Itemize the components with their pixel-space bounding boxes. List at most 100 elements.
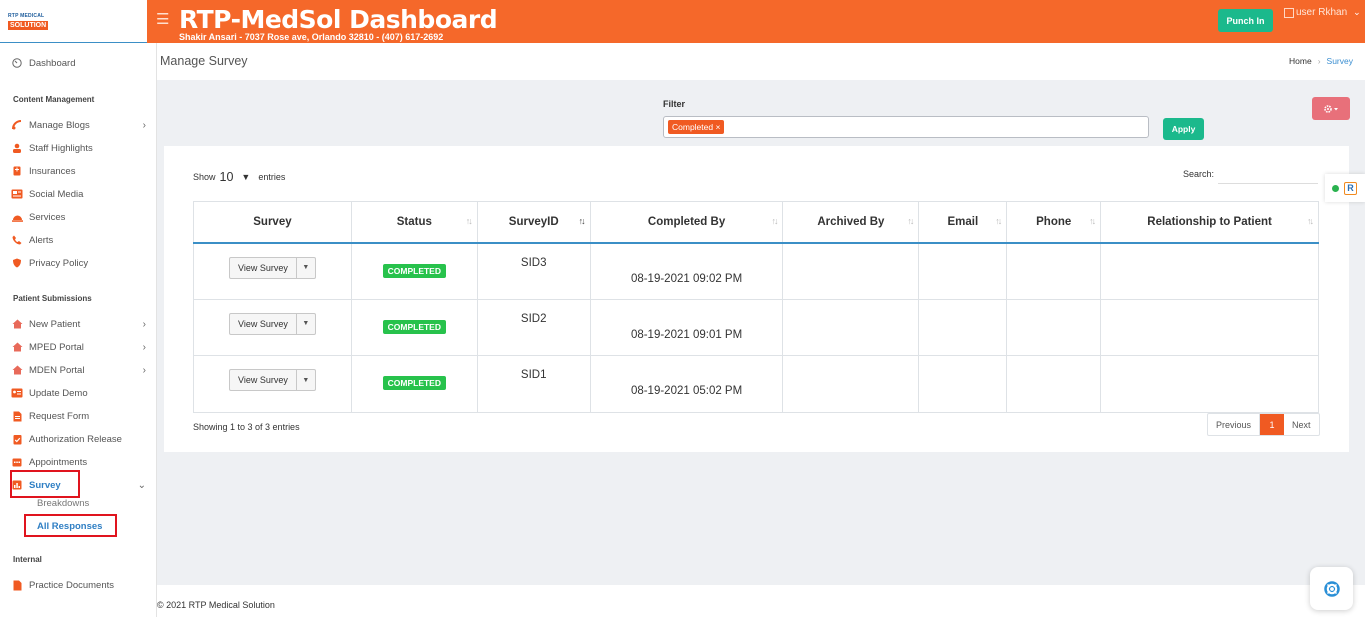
sidebar-item-label: Social Media <box>29 188 84 200</box>
brand-logo[interactable]: RTP MEDICAL SOLUTION <box>8 13 49 30</box>
avatar <box>1284 7 1294 18</box>
column-label: Relationship to Patient <box>1147 215 1272 228</box>
view-survey-group: View Survey ▼ <box>229 312 316 335</box>
services-icon <box>11 212 23 223</box>
previous-button[interactable]: Previous <box>1208 414 1261 435</box>
user-name: user Rkhan <box>1296 7 1348 18</box>
show-label: Show <box>193 172 216 182</box>
logo-top-text: RTP MEDICAL <box>8 13 45 19</box>
clipboard-check-icon <box>11 434 23 445</box>
survey-id: SID1 <box>520 369 547 381</box>
sidebar: RTP MEDICAL SOLUTION Dashboard Content M… <box>0 0 157 617</box>
column-label: Completed By <box>647 215 726 228</box>
relationship-cell <box>1100 298 1319 356</box>
settings-dropdown-button[interactable] <box>1312 97 1350 120</box>
sidebar-item-label: Appointments <box>29 456 88 468</box>
column-label: Archived By <box>817 215 885 228</box>
sidebar-subitem-breakdowns[interactable]: Breakdowns <box>37 498 89 509</box>
sort-desc-icon: ↑↓ <box>578 216 586 226</box>
column-header-email[interactable]: Email ↑↓ <box>918 201 1008 244</box>
sidebar-item-insurances[interactable]: Insurances <box>0 161 156 181</box>
sidebar-item-mden-portal[interactable]: MDEN Portal › <box>0 360 156 380</box>
sidebar-item-practice-documents[interactable]: Practice Documents <box>0 575 156 595</box>
online-status-icon <box>1332 184 1339 192</box>
sidebar-item-mped-portal[interactable]: MPED Portal › <box>0 337 156 357</box>
page-header: Manage Survey Home › Survey <box>157 43 1365 80</box>
sidebar-item-dashboard[interactable]: Dashboard <box>0 53 156 73</box>
caret-down-icon[interactable]: ▼ <box>297 258 315 278</box>
page-1-button[interactable]: 1 <box>1260 414 1285 435</box>
social-media-icon <box>11 189 23 200</box>
section-heading-internal: Internal <box>13 555 42 564</box>
filter-input[interactable]: Completed × <box>663 116 1149 138</box>
user-menu[interactable]: user Rkhan ⌄ <box>1284 7 1361 18</box>
completed-by: 08-19-2021 09:02 PM <box>630 272 743 285</box>
chevron-down-icon: ⌄ <box>137 479 146 491</box>
view-survey-button[interactable]: View Survey <box>230 257 297 278</box>
punch-in-button[interactable]: Punch In <box>1218 9 1273 32</box>
relationship-cell <box>1100 242 1319 300</box>
survey-card: Show 10 ▼ entries Search: Survey Status ↑↓… <box>164 146 1349 452</box>
apply-button[interactable]: Apply <box>1163 118 1204 140</box>
view-survey-group: View Survey ▼ <box>229 369 316 391</box>
r-logo-icon: R <box>1344 181 1357 195</box>
sort-icon: ↑↓ <box>1307 216 1314 226</box>
column-header-phone[interactable]: Phone ↑↓ <box>1006 201 1102 244</box>
next-button[interactable]: Next <box>1284 414 1319 435</box>
filter-label: Filter <box>663 99 686 109</box>
blog-icon <box>11 120 23 131</box>
column-header-survey[interactable]: Survey <box>193 201 352 244</box>
sidebar-item-appointments[interactable]: Appointments <box>0 452 156 472</box>
entries-select[interactable]: 10 ▼ <box>220 170 255 184</box>
sidebar-item-update-demo[interactable]: Update Demo <box>0 383 156 403</box>
sidebar-item-label: MDEN Portal <box>29 364 85 376</box>
logo-area: RTP MEDICAL SOLUTION <box>0 0 156 43</box>
phone-cell <box>1006 298 1102 356</box>
chevron-down-icon: ▼ <box>241 172 251 182</box>
sidebar-item-staff-highlights[interactable]: Staff Highlights <box>0 138 156 158</box>
dashboard-icon <box>11 58 23 69</box>
status-badge: COMPLETED <box>382 263 446 278</box>
column-label: SurveyID <box>508 215 559 228</box>
sidebar-item-social-media[interactable]: Social Media <box>0 184 156 204</box>
gear-icon <box>1324 104 1338 113</box>
sidebar-item-request-form[interactable]: Request Form <box>0 406 156 426</box>
column-header-status[interactable]: Status ↑↓ <box>350 201 478 244</box>
side-widget[interactable]: R <box>1325 174 1365 202</box>
breadcrumb-home[interactable]: Home <box>1289 56 1312 66</box>
column-header-relationship[interactable]: Relationship to Patient ↑↓ <box>1100 201 1319 244</box>
sort-icon: ↑↓ <box>995 216 1002 226</box>
phone-icon <box>11 235 23 246</box>
column-label: Survey <box>253 215 292 228</box>
email-cell <box>918 355 1008 413</box>
caret-down-icon[interactable]: ▼ <box>297 370 315 390</box>
lifebuoy-icon <box>1323 580 1340 597</box>
filter-chip-completed[interactable]: Completed × <box>668 120 725 134</box>
sidebar-item-manage-blogs[interactable]: Manage Blogs › <box>0 115 156 135</box>
sidebar-item-label: Practice Documents <box>29 579 115 591</box>
column-label: Phone <box>1036 215 1072 228</box>
help-button[interactable] <box>1310 567 1353 610</box>
menu-icon[interactable]: ☰ <box>156 10 169 28</box>
sidebar-item-new-patient[interactable]: New Patient › <box>0 314 156 334</box>
status-badge: COMPLETED <box>382 319 446 334</box>
sidebar-item-services[interactable]: Services <box>0 207 156 227</box>
logo-bottom-text: SOLUTION <box>8 21 49 30</box>
column-header-surveyid[interactable]: SurveyID ↑↓ <box>476 201 591 244</box>
sidebar-item-alerts[interactable]: Alerts <box>0 230 156 250</box>
email-cell <box>918 298 1008 356</box>
view-survey-button[interactable]: View Survey <box>230 370 297 390</box>
search-input[interactable] <box>1218 166 1318 184</box>
table-row: View Survey ▼ COMPLETED SID3 08-19-2021 0… <box>193 242 1319 300</box>
column-header-archived-by[interactable]: Archived By ↑↓ <box>782 201 920 244</box>
highlight-survey <box>10 470 80 498</box>
view-survey-group: View Survey ▼ <box>229 256 316 279</box>
sidebar-item-authorization-release[interactable]: Authorization Release <box>0 429 156 449</box>
column-header-completed-by[interactable]: Completed By ↑↓ <box>589 201 784 244</box>
highlight-all-responses <box>24 514 117 537</box>
pagination: Previous 1 Next <box>1207 413 1320 436</box>
view-survey-button[interactable]: View Survey <box>230 313 297 334</box>
sidebar-item-privacy-policy[interactable]: Privacy Policy <box>0 253 156 273</box>
caret-down-icon[interactable]: ▼ <box>297 314 315 334</box>
breadcrumb-current: Survey <box>1326 56 1353 66</box>
